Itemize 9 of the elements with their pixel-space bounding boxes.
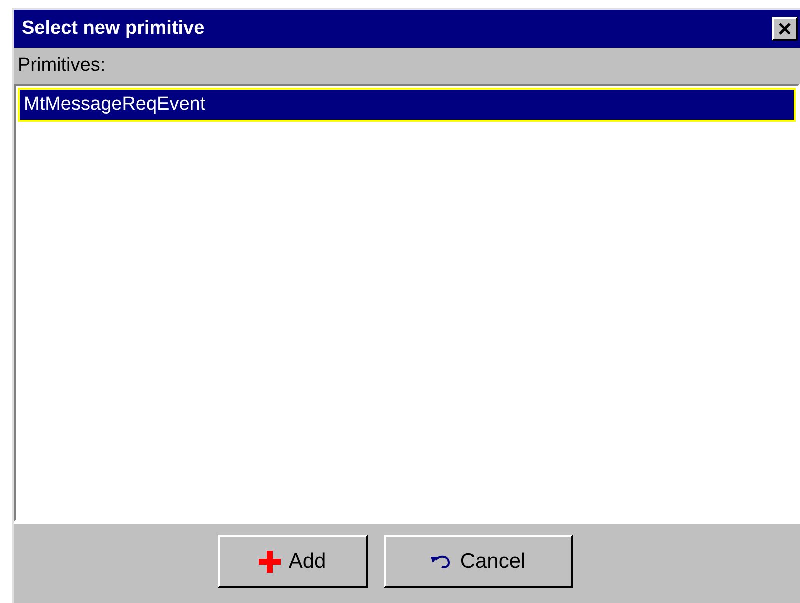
undo-icon (430, 554, 452, 570)
window-title: Select new primitive (22, 16, 205, 41)
close-button[interactable] (772, 17, 798, 41)
list-label: Primitives: (18, 54, 106, 78)
cancel-button[interactable]: Cancel (384, 535, 572, 588)
list-item[interactable]: MtMessageReqEvent (18, 88, 796, 122)
add-button[interactable]: Add (218, 535, 368, 588)
plus-icon (258, 550, 281, 572)
close-icon (778, 22, 792, 36)
